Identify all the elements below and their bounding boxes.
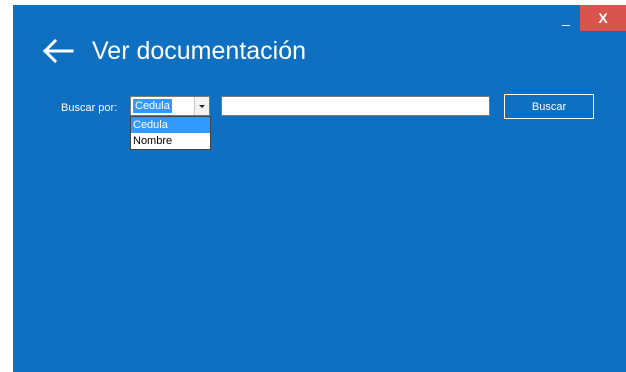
back-button[interactable] bbox=[42, 38, 75, 64]
close-button[interactable]: X bbox=[580, 5, 626, 31]
search-by-label: Buscar por: bbox=[61, 102, 118, 114]
combobox-selected-value: Cedula bbox=[133, 99, 172, 113]
search-input[interactable] bbox=[221, 96, 490, 116]
search-by-combobox[interactable]: Cedula bbox=[130, 96, 210, 116]
chevron-down-icon[interactable] bbox=[194, 97, 209, 115]
minimize-button[interactable]: _ bbox=[553, 8, 579, 32]
search-by-dropdown-list: Cedula Nombre bbox=[130, 116, 211, 150]
page-title: Ver documentación bbox=[92, 37, 307, 65]
dropdown-option-nombre[interactable]: Nombre bbox=[131, 133, 210, 149]
dropdown-option-cedula[interactable]: Cedula bbox=[131, 117, 210, 133]
arrow-left-icon bbox=[42, 38, 74, 64]
search-button[interactable]: Buscar bbox=[504, 94, 594, 119]
app-window: _ X Ver documentación Buscar por: Cedula… bbox=[13, 5, 626, 372]
